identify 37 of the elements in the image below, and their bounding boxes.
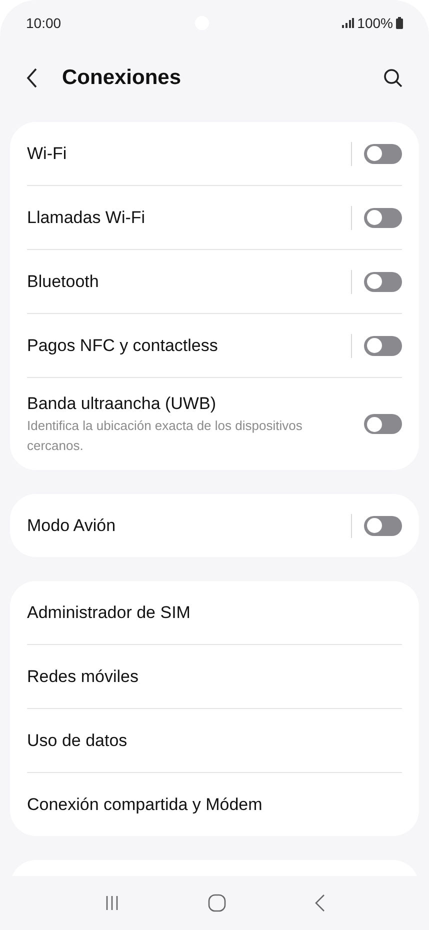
back-nav-icon[interactable] bbox=[314, 894, 324, 912]
toggle-switch[interactable] bbox=[364, 414, 402, 434]
setting-label: Bluetooth bbox=[27, 270, 100, 292]
battery-percent: 100% bbox=[357, 14, 393, 32]
settings-row[interactable]: Redes móviles bbox=[10, 645, 419, 708]
setting-label: Redes móviles bbox=[27, 666, 140, 688]
toggle-switch[interactable] bbox=[364, 208, 402, 228]
home-icon[interactable] bbox=[208, 894, 226, 912]
toggle-switch[interactable] bbox=[364, 336, 402, 356]
battery-icon bbox=[396, 17, 403, 29]
setting-label: Llamadas Wi-Fi bbox=[27, 206, 146, 228]
setting-description: Identifica la ubicación exacta de los dispositivos cercanos. bbox=[27, 417, 304, 455]
back-icon[interactable] bbox=[26, 68, 38, 88]
settings-row[interactable]: Bluetooth bbox=[10, 250, 419, 313]
setting-label: Pagos NFC y contactless bbox=[27, 334, 219, 356]
settings-row[interactable]: Administrador de SIM bbox=[10, 581, 419, 644]
setting-label: Modo Avión bbox=[27, 514, 117, 536]
toggle-switch[interactable] bbox=[364, 516, 402, 536]
status-time: 10:00 bbox=[26, 14, 62, 32]
settings-row[interactable]: Uso de datos bbox=[10, 709, 419, 772]
settings-row[interactable]: Conexión compartida y Módem bbox=[10, 773, 419, 836]
settings-row[interactable]: Wi-Fi bbox=[10, 122, 419, 185]
setting-label: Uso de datos bbox=[27, 730, 128, 752]
toggle-switch[interactable] bbox=[364, 272, 402, 292]
settings-row[interactable]: Pagos NFC y contactless bbox=[10, 314, 419, 377]
toggle-switch[interactable] bbox=[364, 144, 402, 164]
setting-label: Banda ultraancha (UWB) bbox=[27, 393, 217, 415]
signal-icon bbox=[342, 18, 354, 28]
setting-label: Administrador de SIM bbox=[27, 602, 192, 624]
search-icon[interactable] bbox=[383, 68, 403, 88]
settings-row[interactable]: Llamadas Wi-Fi bbox=[10, 186, 419, 249]
recent-apps-icon[interactable] bbox=[104, 895, 118, 911]
setting-label: Conexión compartida y Módem bbox=[27, 794, 264, 816]
settings-row[interactable]: Modo Avión bbox=[10, 494, 419, 557]
settings-row[interactable]: Banda ultraancha (UWB) Identifica la ubicación exacta de los dispositivos cercanos. bbox=[10, 378, 419, 470]
setting-label: Wi-Fi bbox=[27, 142, 68, 164]
page-title: Conexiones bbox=[62, 65, 182, 92]
